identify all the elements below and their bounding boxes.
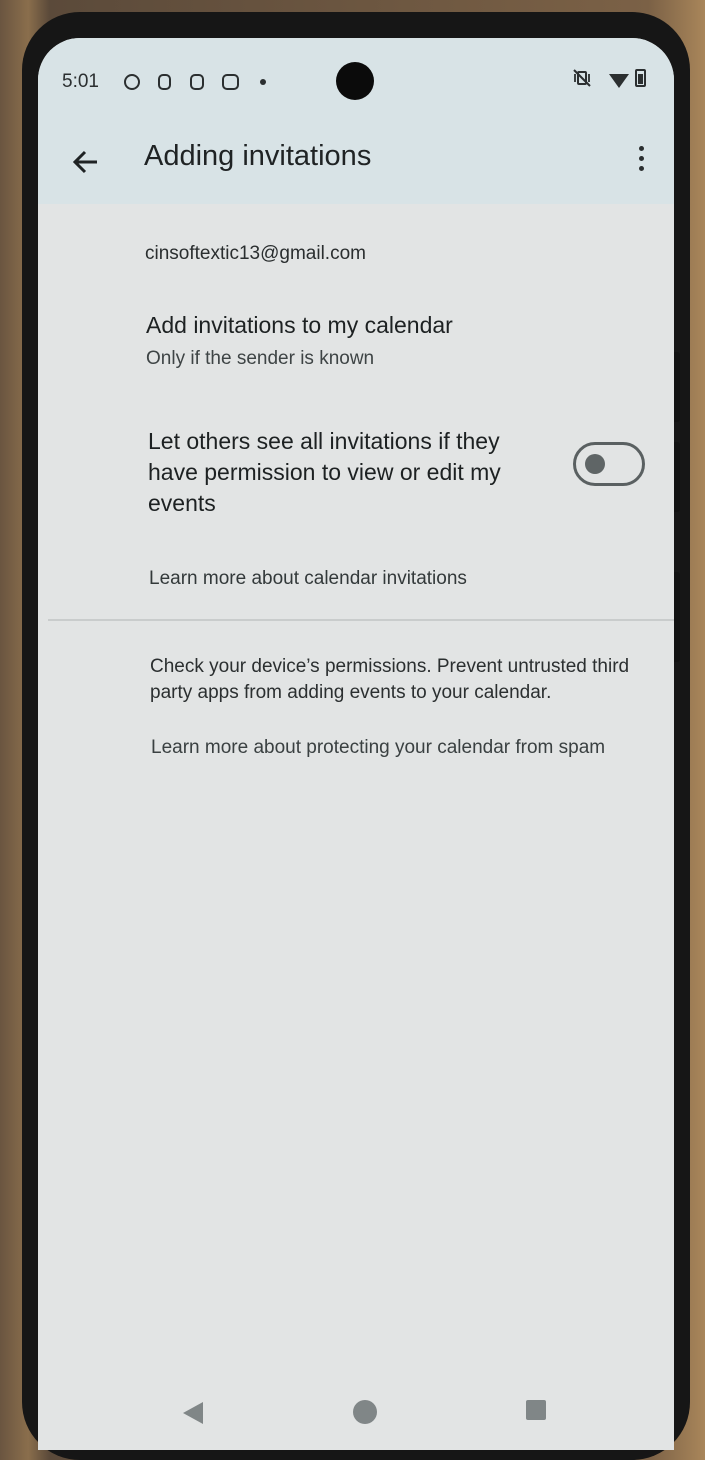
back-triangle-icon[interactable] (183, 1402, 203, 1424)
learn-more-spam-link[interactable]: Learn more about protecting your calenda… (151, 734, 621, 761)
front-camera (336, 62, 374, 100)
let-others-see-toggle[interactable] (573, 442, 645, 486)
arrow-left-icon (72, 150, 97, 174)
back-button[interactable] (66, 142, 106, 182)
wifi-icon (609, 74, 629, 88)
dot-icon (260, 79, 266, 85)
setting-title: Add invitations to my calendar (146, 312, 453, 338)
add-invitations-setting[interactable]: Add invitations to my calendar Only if t… (146, 312, 453, 370)
let-others-see-setting[interactable]: Let others see all invitations if they h… (148, 426, 538, 519)
home-circle-icon[interactable] (353, 1400, 377, 1424)
sim-icon (158, 74, 171, 90)
recents-square-icon[interactable] (526, 1400, 546, 1420)
more-vert-icon (639, 146, 644, 151)
message-icon (222, 74, 239, 90)
divider (48, 619, 674, 621)
navigation-bar (38, 1368, 674, 1450)
battery-icon (635, 69, 646, 87)
toggle-knob (585, 454, 605, 474)
device-permissions-info: Check your device’s permissions. Prevent… (150, 656, 630, 703)
phone-screen: 5:01 Adding invitations cinsoftextic13@g… (38, 38, 674, 1450)
status-time: 5:01 (62, 71, 99, 92)
status-bar: 5:01 (38, 38, 674, 128)
app-notification-icon (124, 74, 140, 90)
more-vert-dot (639, 166, 644, 171)
more-options-button[interactable] (626, 136, 656, 180)
learn-more-invitations-link[interactable]: Learn more about calendar invitations (149, 568, 467, 590)
setting-value: Only if the sender is known (146, 348, 375, 369)
more-vert-dot (639, 156, 644, 161)
vibrate-off-icon (572, 68, 592, 93)
app-bar: Adding invitations (38, 128, 674, 204)
clipboard-icon (190, 74, 204, 90)
page-title: Adding invitations (144, 140, 372, 172)
account-email: cinsoftextic13@gmail.com (145, 243, 366, 264)
